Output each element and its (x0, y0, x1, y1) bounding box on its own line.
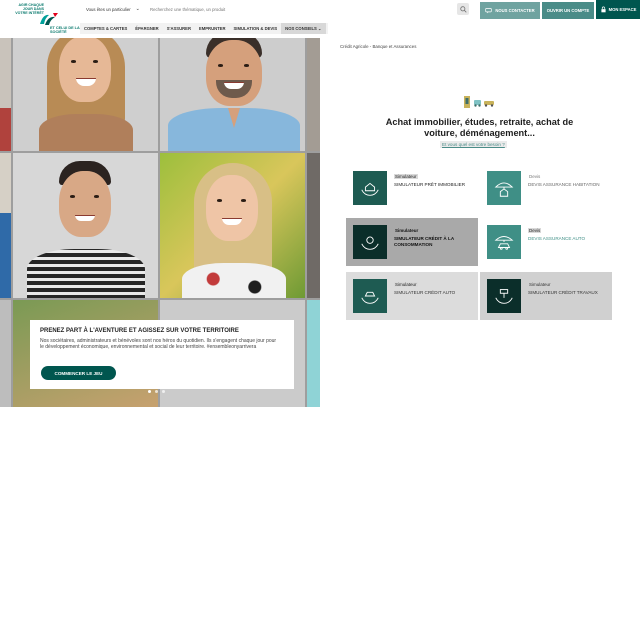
photo-tile-young-man (13, 153, 158, 298)
profile-select-label: Vous êtes un particulier (86, 6, 131, 12)
card-icon-box (487, 171, 521, 205)
search-input[interactable] (150, 4, 470, 15)
main-nav: Comptes & cartes Épargner S'assurer Empr… (80, 23, 328, 34)
photo-tile-edge-4 (307, 38, 320, 151)
open-account-button[interactable]: Ouvrir un compte (542, 2, 594, 19)
promo-title: Prenez part à l'aventure et agissez sur … (40, 328, 239, 334)
card-devis-assurance-habitation[interactable]: Devis Devis assurance habitation (480, 164, 612, 212)
house-hands-icon (361, 182, 379, 196)
nav-item-epargner[interactable]: Épargner (131, 23, 162, 34)
search-button[interactable] (457, 3, 469, 15)
card-label: Simulateur crédit travaux (528, 290, 598, 295)
card-simulateur-pret-immobilier[interactable]: Simulateur Simulateur prêt immobilier (346, 164, 478, 212)
money-hands-icon (361, 236, 379, 250)
card-icon-box (353, 279, 387, 313)
card-kind: Simulateur (395, 228, 419, 233)
card-label: Simulateur crédit auto (394, 290, 456, 295)
contact-label: Nous contacter (495, 8, 535, 13)
card-icon-box (487, 279, 521, 313)
chevron-down-icon: ⌄ (135, 6, 140, 12)
chat-icon (485, 8, 493, 14)
card-simulateur-credit-consommation[interactable]: Simulateur Simulateur crédit à la consom… (346, 218, 478, 266)
lock-icon (600, 6, 606, 13)
life-projects-icon (464, 96, 494, 108)
help-link[interactable]: Et vous quel est votre besoin ? (440, 141, 507, 148)
photo-tile-man-smiling (160, 38, 305, 151)
card-label: Devis assurance auto (528, 236, 586, 241)
my-space-label: Mon espace (608, 7, 637, 12)
nav-item-simulation-devis[interactable]: Simulation & devis (230, 23, 282, 34)
photo-tile-woman-smiling (13, 38, 158, 151)
hero-carousel: Prenez part à l'aventure et agissez sur … (0, 38, 320, 407)
card-label: Simulateur prêt immobilier (394, 182, 466, 187)
carousel-dot[interactable] (162, 390, 165, 393)
card-simulateur-credit-auto[interactable]: Simulateur Simulateur crédit auto (346, 272, 478, 320)
credit-agricole-logo[interactable]: Agir chaque jour dans votre intérêt et c… (10, 3, 79, 37)
photo-tile-blonde-woman (160, 153, 305, 298)
carousel-dot[interactable] (155, 390, 158, 393)
paint-hands-icon (495, 289, 513, 304)
card-label: Simulateur crédit à la consommation (394, 236, 454, 247)
umbrella-car-icon (494, 236, 514, 250)
card-kind: Devis (528, 228, 542, 233)
breadcrumb: Crédit Agricole - Banque et Assurances (340, 44, 417, 49)
card-kind: Simulateur (394, 174, 418, 179)
card-devis-assurance-auto[interactable]: Devis Devis assurance auto (480, 218, 612, 266)
carousel-dot[interactable] (148, 390, 151, 393)
chevron-down-icon: ⌄ (318, 26, 322, 31)
logo-subtitle: et celui de la société (50, 26, 80, 35)
contact-button[interactable]: Nous contacter (480, 2, 540, 19)
card-icon-box (353, 171, 387, 205)
promo-text: Nos sociétaires, administrateurs et béné… (40, 338, 277, 351)
photo-tile-edge-6 (307, 300, 320, 407)
card-kind: Simulateur (394, 282, 418, 287)
carousel-dots (148, 390, 165, 393)
search-icon (459, 5, 467, 13)
card-simulateur-credit-travaux[interactable]: Simulateur Simulateur crédit travaux (480, 272, 612, 320)
card-icon-box (487, 225, 521, 259)
nav-item-nos-conseils-label: Nos conseils (285, 26, 317, 31)
nav-item-nos-conseils[interactable]: Nos conseils ⌄ (281, 23, 326, 34)
nav-item-comptes-cartes[interactable]: Comptes & cartes (80, 23, 131, 34)
my-space-button[interactable]: Mon espace (596, 0, 640, 19)
nav-item-sassurer[interactable]: S'assurer (163, 23, 195, 34)
page-headline: Achat immobilier, études, retraite, acha… (385, 117, 574, 138)
photo-tile-edge-5 (307, 153, 320, 298)
promo-card: Prenez part à l'aventure et agissez sur … (30, 320, 294, 389)
nav-item-emprunter[interactable]: Emprunter (195, 23, 230, 34)
card-icon-box (353, 225, 387, 259)
card-label: Devis assurance habitation (528, 182, 600, 187)
card-kind: Devis (529, 174, 541, 179)
photo-tile-edge-1 (0, 38, 11, 151)
logo-mark-icon (40, 13, 58, 25)
car-hands-icon (361, 291, 379, 304)
start-game-button[interactable]: Commencer le jeu (41, 366, 116, 380)
photo-tile-edge-3 (0, 300, 11, 407)
profile-select[interactable]: Vous êtes un particulier ⌄ (86, 6, 140, 12)
photo-tile-edge-2 (0, 153, 11, 298)
site-header: Agir chaque jour dans votre intérêt et c… (0, 0, 640, 38)
card-kind: Simulateur (529, 282, 551, 287)
open-account-label: Ouvrir un compte (546, 8, 590, 13)
umbrella-house-icon (494, 182, 514, 197)
